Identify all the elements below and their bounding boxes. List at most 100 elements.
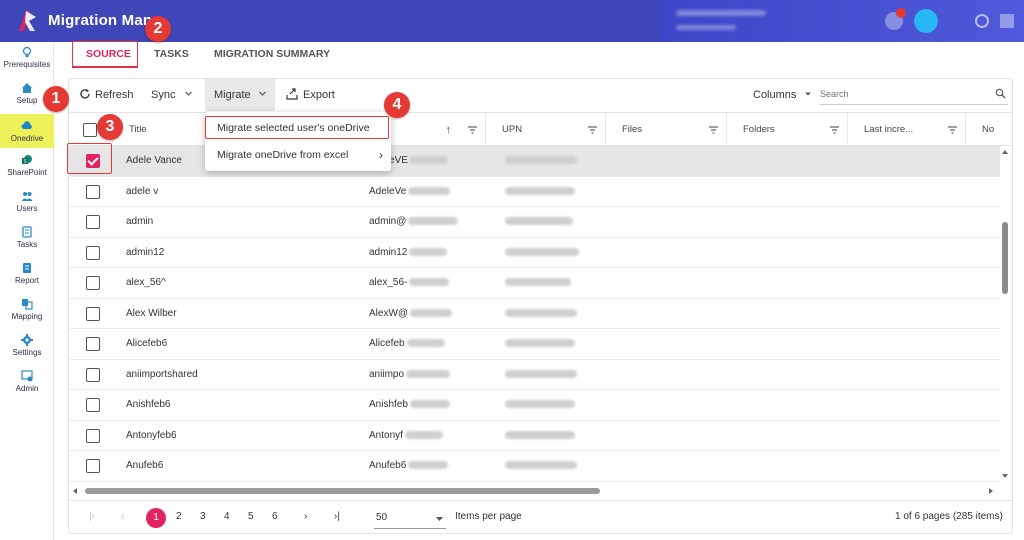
table-row[interactable]: admin admin@ xyxy=(69,207,1000,238)
sidebar-item-onedrive[interactable]: Onedrive xyxy=(0,114,54,148)
cell-mail: AlexW@ xyxy=(369,299,453,329)
row-checkbox[interactable] xyxy=(86,398,100,412)
sync-dropdown[interactable]: Sync xyxy=(151,79,199,111)
column-header-no[interactable]: No xyxy=(966,113,1012,147)
redacted-text xyxy=(406,369,451,378)
export-icon xyxy=(286,88,298,100)
scroll-left-icon[interactable] xyxy=(71,486,79,496)
toolbar: Refresh Sync Migrate Export Columns xyxy=(69,79,1012,111)
row-checkbox[interactable] xyxy=(86,245,100,260)
page-5[interactable]: 5 xyxy=(248,511,254,522)
column-header-last-incremental[interactable]: Last incre... xyxy=(848,113,966,147)
sidebar-item-report[interactable]: Report xyxy=(0,262,54,292)
page-4[interactable]: 4 xyxy=(224,511,230,522)
vertical-scrollbar[interactable] xyxy=(1000,146,1012,482)
chevron-down-icon xyxy=(184,91,192,96)
cell-mail-text: Alicefeb xyxy=(369,338,405,349)
tab-migration-summary[interactable]: MIGRATION SUMMARY xyxy=(214,48,330,60)
table-row[interactable]: Antonyfeb6 Antonyf xyxy=(69,421,1000,451)
search-icon[interactable] xyxy=(995,88,1006,99)
columns-label: Columns xyxy=(753,89,797,101)
redacted-text xyxy=(505,430,575,439)
sidebar-item-admin[interactable]: Admin xyxy=(0,370,54,400)
sidebar-item-settings[interactable]: Settings xyxy=(0,334,54,364)
vertical-scroll-thumb[interactable] xyxy=(1002,222,1008,294)
scroll-right-icon[interactable] xyxy=(987,486,995,496)
sidebar-item-prerequisites[interactable]: Prerequisites xyxy=(0,46,54,76)
page-2[interactable]: 2 xyxy=(176,511,182,522)
table-row[interactable]: alex_56^ alex_56- xyxy=(69,268,1000,299)
prev-page-icon[interactable]: ‹ xyxy=(121,511,124,522)
sidebar-item-sharepoint[interactable]: S SharePoint xyxy=(0,154,54,184)
first-page-icon[interactable]: |‹ xyxy=(89,511,95,522)
sidebar-item-tasks[interactable]: Tasks xyxy=(0,226,54,256)
row-checkbox[interactable] xyxy=(86,276,100,290)
items-per-page-select[interactable]: 50 xyxy=(374,507,446,529)
column-header-upn[interactable]: UPN xyxy=(486,113,606,147)
cell-mail-text: AlexW@ xyxy=(369,307,409,319)
column-folders-label: Folders xyxy=(743,124,775,135)
row-checkbox[interactable] xyxy=(86,184,100,199)
row-checkbox[interactable] xyxy=(86,337,100,351)
row-checkbox[interactable] xyxy=(86,215,100,229)
filter-icon[interactable] xyxy=(948,126,957,134)
last-page-icon[interactable]: ›| xyxy=(334,511,340,522)
sidebar-item-label: Setup xyxy=(16,96,38,105)
sidebar-item-mapping[interactable]: Mapping xyxy=(0,298,54,328)
tab-tasks[interactable]: TASKS xyxy=(154,48,189,60)
column-header-files[interactable]: Files xyxy=(606,113,727,147)
menu-header-icon[interactable] xyxy=(1000,14,1014,28)
table-row[interactable]: Anufeb6 Anufeb6 xyxy=(69,451,1000,482)
redacted-text xyxy=(505,339,575,348)
page-6[interactable]: 6 xyxy=(272,511,278,522)
search-input[interactable] xyxy=(820,85,980,103)
cell-upn xyxy=(505,421,575,451)
sort-ascending-icon[interactable]: ↑ xyxy=(446,113,452,147)
migrate-dropdown[interactable]: Migrate xyxy=(205,79,275,111)
table-row[interactable]: Alex Wilber AlexW@ xyxy=(69,299,1000,329)
horizontal-scroll-thumb[interactable] xyxy=(85,488,600,494)
sidebar-item-users[interactable]: Users xyxy=(0,190,54,220)
redacted-text xyxy=(505,186,575,195)
annotation-marker-1: 1 xyxy=(43,86,69,112)
redacted-text xyxy=(410,308,453,317)
row-checkbox[interactable] xyxy=(86,459,100,473)
horizontal-scrollbar[interactable] xyxy=(69,484,1000,498)
search-header-icon[interactable] xyxy=(975,14,989,28)
row-checkbox[interactable] xyxy=(86,428,100,443)
table-row[interactable]: aniimportshared aniimpo xyxy=(69,360,1000,390)
export-button[interactable]: Export xyxy=(286,79,346,111)
scroll-down-icon[interactable] xyxy=(1000,472,1010,480)
home-icon xyxy=(22,83,32,93)
report-icon xyxy=(23,263,31,273)
row-checkbox[interactable] xyxy=(86,367,100,382)
cell-mail: Anufeb6 xyxy=(369,451,449,481)
annotation-box-migrate-selected xyxy=(205,116,389,139)
table-row[interactable]: Anishfeb6 Anishfeb xyxy=(69,390,1000,421)
columns-dropdown[interactable]: Columns xyxy=(753,79,815,111)
refresh-button[interactable]: Refresh xyxy=(79,79,149,111)
table-row[interactable]: Alicefeb6 Alicefeb xyxy=(69,329,1000,360)
filter-icon[interactable] xyxy=(588,126,597,134)
items-per-page-label: Items per page xyxy=(455,511,522,522)
next-page-icon[interactable]: › xyxy=(304,511,307,522)
cell-title: aniimportshared xyxy=(126,368,198,380)
cell-upn xyxy=(505,177,575,207)
filter-icon[interactable] xyxy=(709,126,718,134)
select-all-checkbox[interactable] xyxy=(83,123,97,137)
cell-upn xyxy=(505,329,575,359)
user-avatar[interactable] xyxy=(914,9,938,33)
cell-mail: alex_56- xyxy=(369,268,450,298)
page-1[interactable]: 1 xyxy=(146,508,166,528)
menu-item-migrate-from-excel[interactable]: Migrate oneDrive from excel › xyxy=(205,143,391,167)
cell-mail-text: AdeleVe xyxy=(369,185,407,197)
table-row[interactable]: admin12 admin12 xyxy=(69,238,1000,268)
page-3[interactable]: 3 xyxy=(200,511,206,522)
filter-icon[interactable] xyxy=(468,126,477,134)
filter-icon[interactable] xyxy=(830,126,839,134)
cell-title: Alicefeb6 xyxy=(126,338,168,349)
scroll-up-icon[interactable] xyxy=(1000,148,1010,156)
row-checkbox[interactable] xyxy=(86,306,100,321)
column-header-folders[interactable]: Folders xyxy=(727,113,848,147)
table-row[interactable]: adele v AdeleVe xyxy=(69,177,1000,207)
